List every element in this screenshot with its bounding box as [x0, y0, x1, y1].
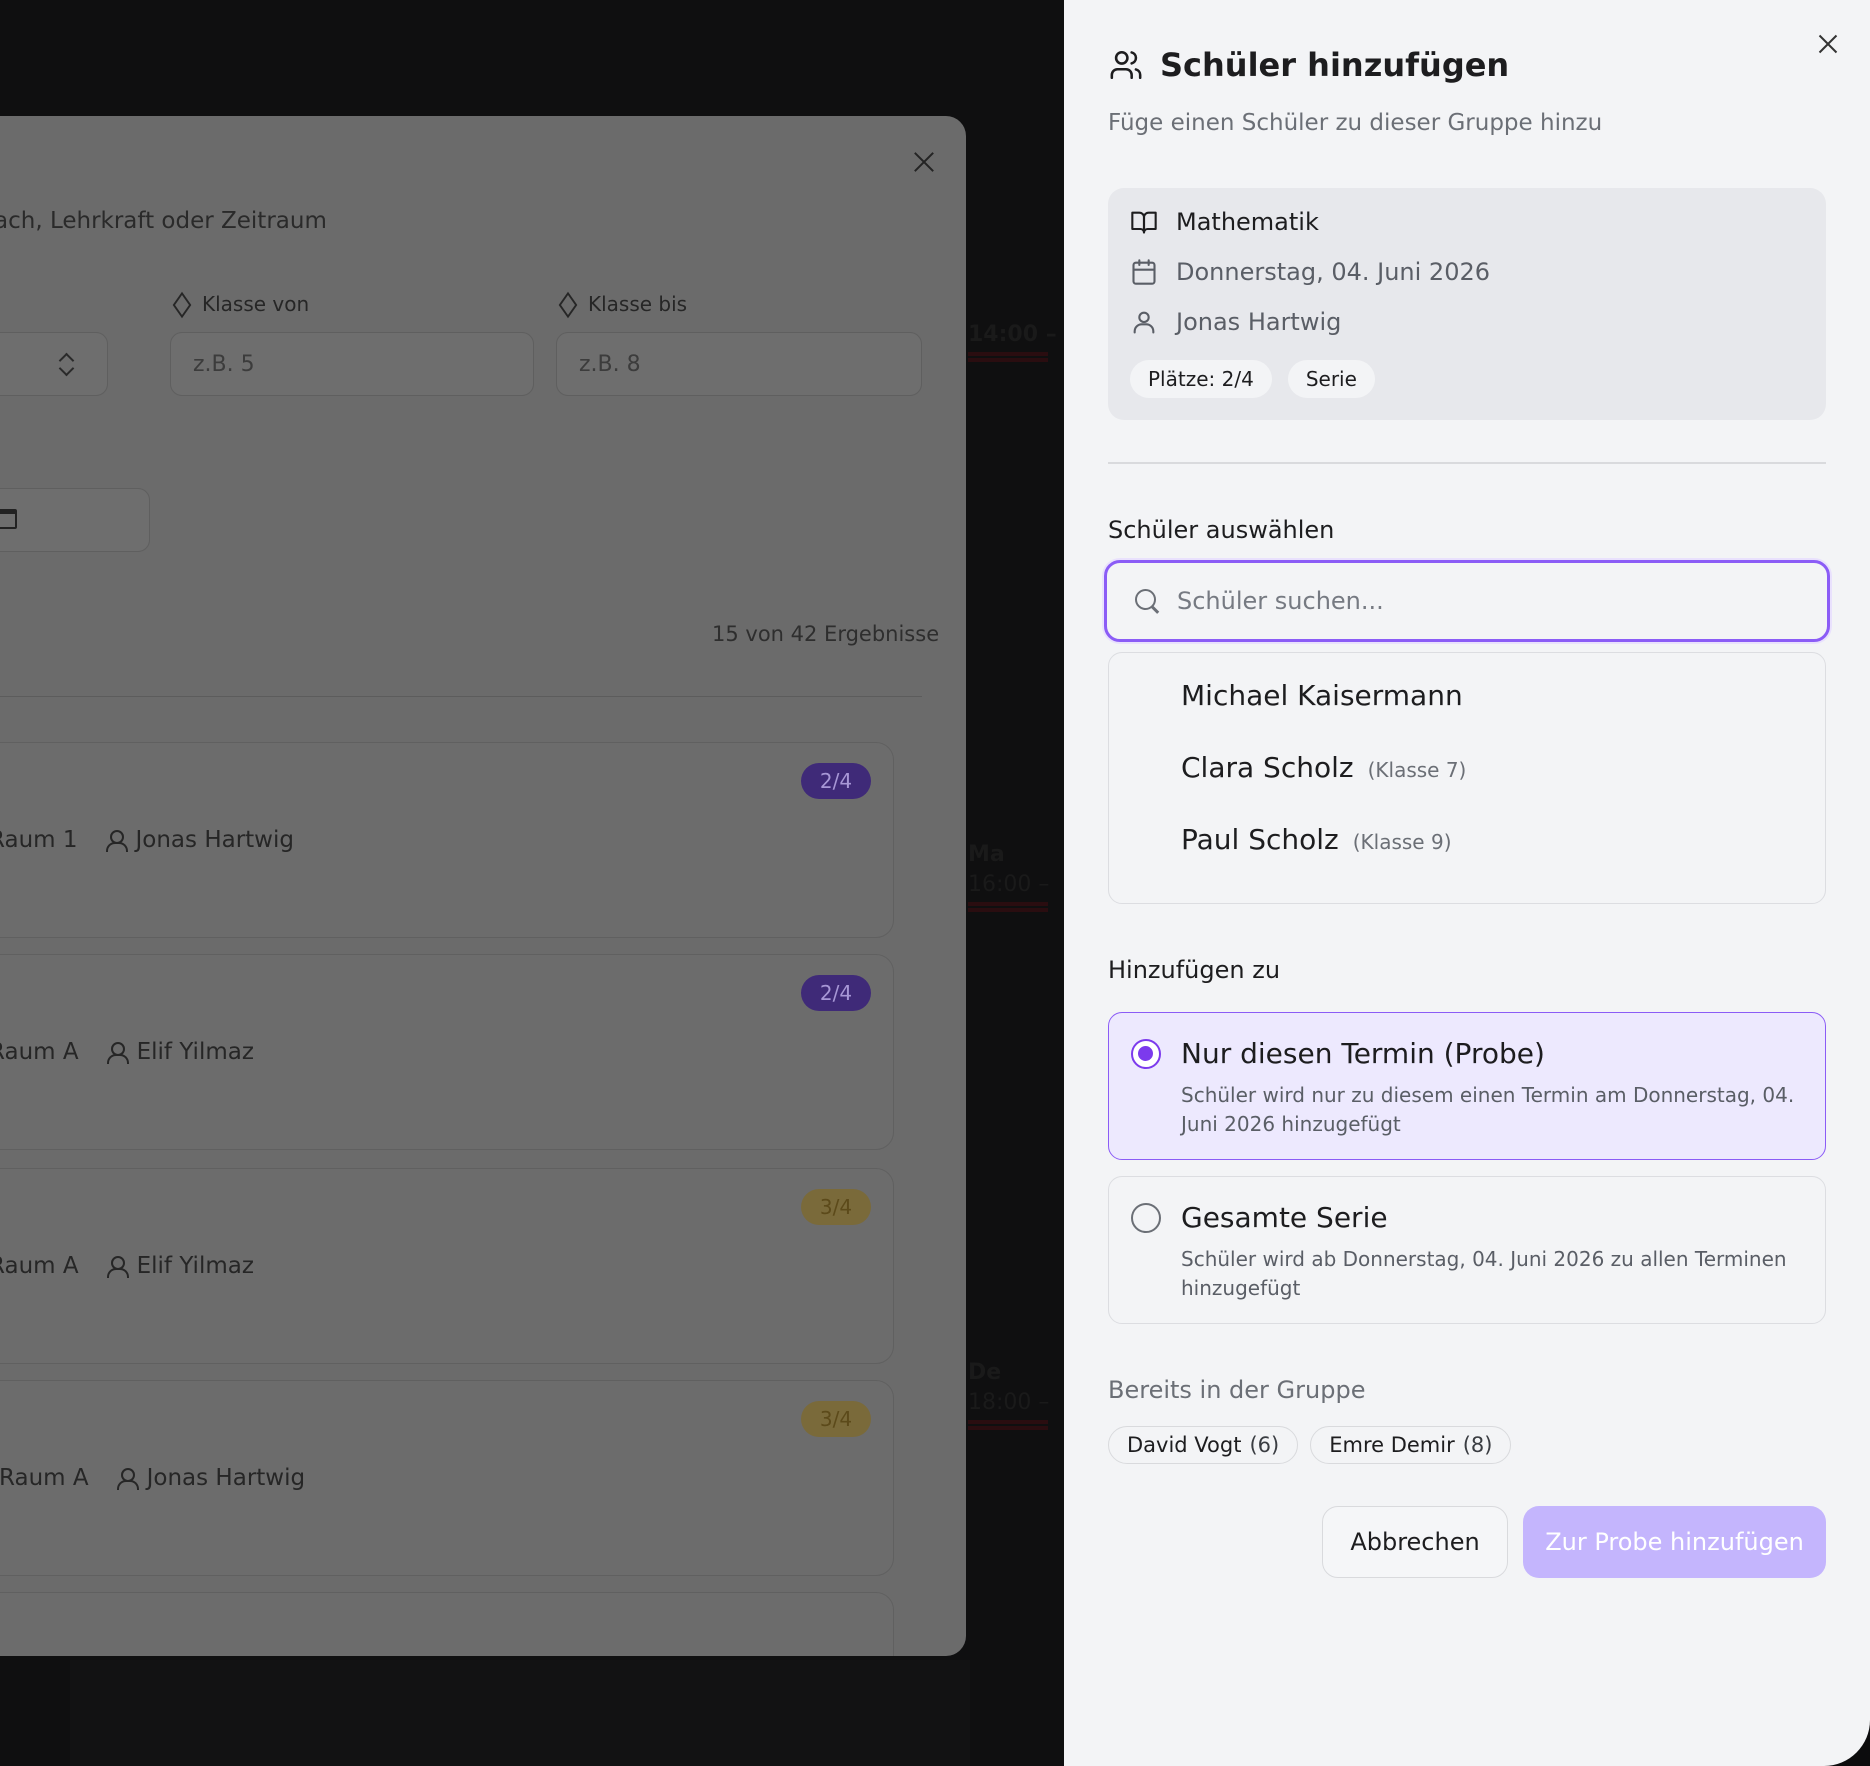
panel-subtitle: Füge einen Schüler zu dieser Gruppe hinz… — [1108, 110, 1603, 136]
panel-header: Schüler hinzufügen — [1108, 46, 1509, 84]
subject-select[interactable] — [0, 332, 108, 396]
users-icon — [1110, 50, 1142, 80]
series-chip: Serie — [1287, 360, 1375, 398]
student-option[interactable]: Paul Scholz (Klasse 9) — [1181, 823, 1452, 856]
calendar-icon — [0, 509, 17, 529]
member-chip: David Vogt (6) — [1108, 1426, 1299, 1464]
user-icon — [106, 1042, 129, 1064]
student-option[interactable]: Michael Kaisermann — [1181, 679, 1477, 712]
group-card[interactable]: 3/4 Raum A Elif Yilmaz — [0, 1168, 894, 1364]
search-groups-modal: ach, Lehrkraft oder Zeitraum Klasse von … — [0, 116, 966, 1656]
seats-badge: 3/4 — [801, 1189, 871, 1225]
graduation-cap-icon — [558, 297, 578, 311]
bg-calendar-event: Ma 16:00 – — [968, 840, 1064, 912]
class-to-label: Klasse bis — [558, 292, 687, 316]
bg-calendar-event: De 18:00 – — [968, 1358, 1064, 1430]
modal-close-icon[interactable] — [908, 146, 940, 178]
search-icon — [1135, 589, 1161, 615]
option-whole-series[interactable]: Gesamte Serie Schüler wird ab Donnerstag… — [1108, 1176, 1826, 1324]
class-from-label: Klasse von — [172, 292, 309, 316]
cancel-button[interactable]: Abbrechen — [1322, 1506, 1508, 1578]
member-chip: Emre Demir (8) — [1310, 1426, 1512, 1464]
subject-name: Mathematik — [1176, 208, 1319, 236]
class-from-input[interactable]: z.B. 5 — [170, 332, 534, 396]
student-search-input[interactable] — [1177, 563, 1817, 639]
divider — [1108, 462, 1826, 464]
already-in-group-label: Bereits in der Gruppe — [1108, 1376, 1366, 1404]
class-to-input[interactable]: z.B. 8 — [556, 332, 922, 396]
results-count: 15 von 42 Ergebnisse — [712, 622, 940, 646]
group-card[interactable]: 2/4 Raum 1 Jonas Hartwig — [0, 742, 894, 938]
divider — [0, 696, 922, 697]
seats-badge: 2/4 — [801, 763, 871, 799]
add-to-label: Hinzufügen zu — [1108, 956, 1281, 984]
group-card[interactable] — [0, 1592, 894, 1656]
seats-badge: 3/4 — [801, 1401, 871, 1437]
user-icon — [116, 1468, 139, 1490]
calendar-icon — [1132, 259, 1156, 285]
date-row: Donnerstag, 04. Juni 2026 — [1130, 258, 1490, 286]
option-single-date[interactable]: Nur diesen Termin (Probe) Schüler wird n… — [1108, 1012, 1826, 1160]
bg-calendar-event: 14:00 – — [968, 320, 1064, 362]
group-card[interactable]: 3/4 Raum A Jonas Hartwig — [0, 1380, 894, 1576]
seats-badge: 2/4 — [801, 975, 871, 1011]
student-option[interactable]: Clara Scholz (Klasse 7) — [1181, 751, 1466, 784]
teacher-name: Jonas Hartwig — [1176, 308, 1342, 336]
graduation-cap-icon — [172, 297, 192, 311]
user-icon — [1133, 311, 1155, 334]
bg-footer-area — [70, 1660, 970, 1766]
close-icon[interactable] — [1812, 28, 1844, 60]
group-members: David Vogt (6) Emre Demir (8) — [1108, 1426, 1512, 1464]
select-student-label: Schüler auswählen — [1108, 516, 1335, 544]
user-icon — [106, 1256, 129, 1278]
seats-chip: Plätze: 2/4 — [1130, 360, 1272, 398]
group-card[interactable]: 2/4 Raum A Elif Yilmaz — [0, 954, 894, 1150]
event-date: Donnerstag, 04. Juni 2026 — [1176, 258, 1491, 286]
modal-subtitle: ach, Lehrkraft oder Zeitraum — [0, 208, 327, 234]
radio-unselected[interactable] — [1131, 1203, 1161, 1233]
student-dropdown[interactable]: Michael Kaisermann Clara Scholz (Klasse … — [1108, 652, 1826, 904]
teacher-row: Jonas Hartwig — [1130, 308, 1341, 336]
radio-selected[interactable] — [1131, 1039, 1161, 1069]
subject-row: Mathematik — [1130, 208, 1319, 236]
add-student-panel: Schüler hinzufügen Füge einen Schüler zu… — [1064, 0, 1870, 1766]
group-info-box: Mathematik Donnerstag, 04. Juni 2026 Jon… — [1108, 188, 1826, 420]
user-icon — [105, 830, 128, 852]
chevron-up-down-icon — [59, 353, 73, 377]
panel-title: Schüler hinzufügen — [1160, 46, 1510, 84]
book-open-icon — [1131, 211, 1157, 234]
search-field[interactable] — [1104, 560, 1830, 642]
add-to-trial-button[interactable]: Zur Probe hinzufügen — [1523, 1506, 1826, 1578]
date-input[interactable] — [0, 488, 150, 552]
